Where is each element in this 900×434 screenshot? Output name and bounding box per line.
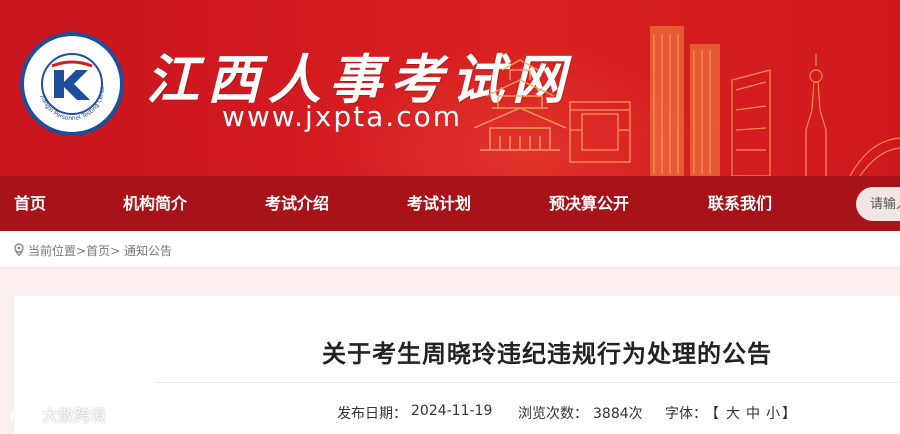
font-size-bracket-close: 】 <box>782 406 796 422</box>
font-size-medium-button[interactable]: 中 <box>746 403 760 423</box>
site-logo[interactable]: Jiangxi Personnel Testing Center <box>20 32 124 136</box>
search-input[interactable] <box>856 187 900 221</box>
font-size-label: 字体： <box>665 406 707 422</box>
nav-item-contact[interactable]: 联系我们 <box>708 176 772 231</box>
title-divider <box>155 382 900 383</box>
breadcrumb-home-link[interactable]: 首页 <box>86 244 110 258</box>
main-nav: 首页 机构简介 考试介绍 考试计划 预决算公开 联系我们 <box>0 176 900 231</box>
breadcrumb-prefix: 当前位置> <box>28 244 87 258</box>
nav-item-exam-intro[interactable]: 考试介绍 <box>265 176 329 231</box>
publish-date-label: 发布日期： <box>337 406 407 422</box>
site-url: www.jxpta.com <box>222 100 462 133</box>
location-pin-icon <box>14 243 24 256</box>
breadcrumb-current-link[interactable]: 通知公告 <box>124 244 172 258</box>
breadcrumb-trail: 当前位置>首页> 通知公告 <box>28 242 172 259</box>
publish-date: 2024-11-19 <box>411 403 493 419</box>
font-size-small-button[interactable]: 小 <box>766 403 780 423</box>
watermark-logo-icon <box>10 407 36 423</box>
breadcrumb-separator: > <box>110 244 121 258</box>
logo-emblem-icon: Jiangxi Personnel Testing Center <box>24 36 116 128</box>
views-label: 浏览次数： <box>518 406 588 422</box>
nav-item-exam-plan[interactable]: 考试计划 <box>407 176 471 231</box>
font-size-large-button[interactable]: 大 <box>726 403 740 423</box>
article-title: 关于考生周晓玲违纪违规行为处理的公告 <box>322 340 772 368</box>
site-banner: Jiangxi Personnel Testing Center 江西人事考试网… <box>0 0 900 176</box>
views-count: 3884次 <box>593 406 643 422</box>
watermark-text: 大散跨境 <box>42 406 107 425</box>
breadcrumb: 当前位置>首页> 通知公告 <box>0 231 900 268</box>
font-size-bracket-open: 【 <box>705 406 719 422</box>
nav-item-budget[interactable]: 预决算公开 <box>549 176 629 231</box>
city-skyline-illustration <box>473 26 900 176</box>
nav-item-home[interactable]: 首页 <box>14 176 46 231</box>
nav-item-about[interactable]: 机构简介 <box>123 176 187 231</box>
